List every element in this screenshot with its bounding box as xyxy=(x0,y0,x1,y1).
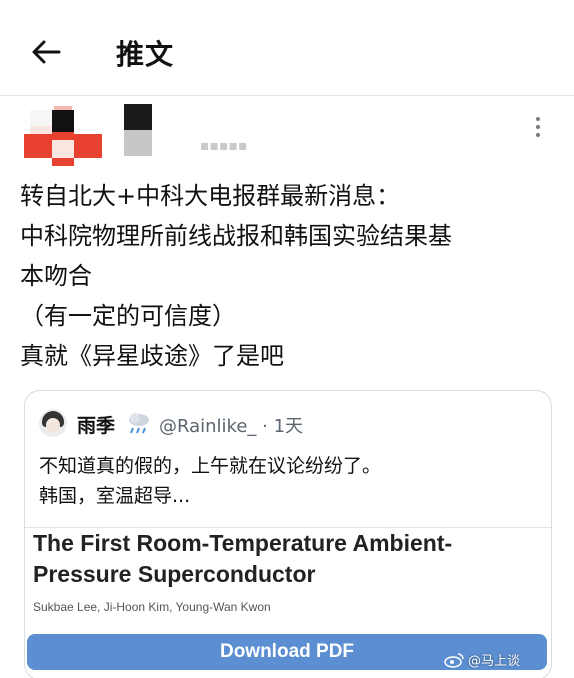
avatar-pixel xyxy=(52,110,74,132)
quote-author-name[interactable]: 雨季 xyxy=(77,411,115,438)
paper-title-line: The First Room-Temperature Ambient- xyxy=(33,530,453,556)
avatar-face xyxy=(46,418,60,432)
redaction-block xyxy=(124,130,152,156)
avatar-pixel xyxy=(74,134,102,158)
quote-line: 不知道真的假的，上午就在议论纷纷了。 xyxy=(39,455,382,477)
post-line: 中科院物理所前线战报和韩国实验结果基 xyxy=(20,222,452,250)
cloud-rain-icon xyxy=(129,413,149,434)
timestamp-faded: ▪▪▪▪▪ xyxy=(200,140,248,152)
avatar-pixel xyxy=(52,132,74,140)
quoted-tweet-card[interactable]: 雨季 @Rainlike_ · 1天 不知道真的假的，上午就在议论纷纷了。 韩国… xyxy=(24,390,552,678)
avatar-pixel xyxy=(52,140,74,158)
avatar-pixel xyxy=(52,158,74,166)
post-line: 转自北大+中科大电报群最新消息： xyxy=(20,182,401,210)
more-vertical-icon xyxy=(536,117,540,121)
more-vertical-icon xyxy=(536,125,540,129)
avatar-pixel xyxy=(24,134,52,158)
author-avatar[interactable] xyxy=(24,104,102,166)
header-divider xyxy=(0,95,574,96)
weibo-watermark: @马上谈 xyxy=(444,650,520,669)
more-options-button[interactable] xyxy=(528,112,548,142)
redaction-block xyxy=(124,104,152,130)
page-title: 推文 xyxy=(116,38,175,71)
avatar-pixel xyxy=(30,110,52,126)
paper-title-line: Pressure Superconductor xyxy=(33,561,316,587)
quote-text: 不知道真的假的，上午就在议论纷纷了。 韩国，室温超导... xyxy=(39,451,539,511)
paper-title: The First Room-Temperature Ambient- Pres… xyxy=(33,528,543,590)
quote-handle-and-time[interactable]: @Rainlike_ · 1天 xyxy=(159,412,303,438)
top-bar: 推文 xyxy=(0,0,574,96)
paper-authors: Sukbae Lee, Ji-Hoon Kim, Young-Wan Kwon xyxy=(33,600,271,614)
post-line: 真就《异星歧途》了是吧 xyxy=(20,342,284,370)
watermark-text: @马上谈 xyxy=(468,654,521,669)
back-button[interactable] xyxy=(26,32,66,72)
arrow-left-icon xyxy=(32,40,61,64)
weibo-logo-icon xyxy=(444,652,464,668)
more-vertical-icon xyxy=(536,133,540,137)
post-text: 转自北大+中科大电报群最新消息： 中科院物理所前线战报和韩国实验结果基 本吻合 … xyxy=(20,176,560,376)
quote-line: 韩国，室温超导... xyxy=(39,485,191,507)
post-line: 本吻合 xyxy=(20,262,92,290)
quote-avatar[interactable] xyxy=(39,409,67,437)
post-line: （有一定的可信度） xyxy=(20,302,236,330)
author-name-redacted xyxy=(124,104,152,156)
